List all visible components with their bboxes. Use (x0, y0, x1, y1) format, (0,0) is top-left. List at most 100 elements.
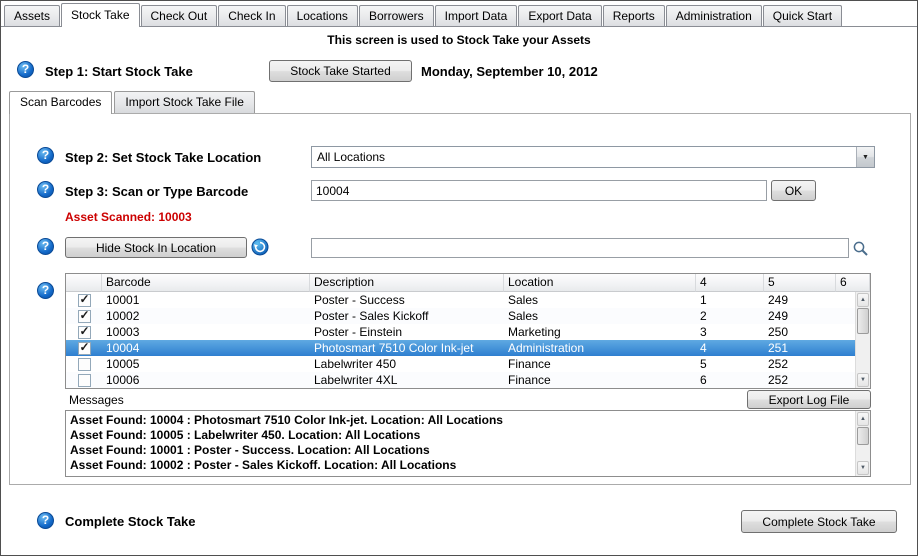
tab-locations[interactable]: Locations (287, 5, 358, 26)
stock-take-window: Assets Stock Take Check Out Check In Loc… (0, 0, 918, 556)
cell-location: Finance (504, 357, 696, 371)
help-icon[interactable] (17, 61, 34, 78)
scroll-thumb[interactable] (857, 427, 869, 445)
tab-check-in[interactable]: Check In (218, 5, 285, 26)
row-checkbox[interactable] (78, 342, 91, 355)
table-row[interactable]: 10005 Labelwriter 450 Finance 5 252 (66, 356, 870, 372)
asset-scanned-status: Asset Scanned: 10003 (65, 210, 192, 224)
message-line: Asset Found: 10004 : Photosmart 7510 Col… (70, 413, 852, 428)
step2-label: Step 2: Set Stock Take Location (65, 150, 261, 165)
cell-col4: 2 (696, 309, 764, 323)
cell-col4: 5 (696, 357, 764, 371)
sub-tabbar: Scan Barcodes Import Stock Take File (9, 91, 257, 113)
barcode-input[interactable] (311, 180, 767, 201)
cell-location: Sales (504, 293, 696, 307)
cell-col5: 252 (764, 357, 836, 371)
row-checkbox[interactable] (78, 310, 91, 323)
search-icon[interactable] (852, 240, 870, 258)
tab-administration[interactable]: Administration (666, 5, 762, 26)
header-description[interactable]: Description (310, 274, 504, 292)
tab-check-out[interactable]: Check Out (141, 5, 218, 26)
help-icon[interactable] (37, 181, 54, 198)
messages-label: Messages (69, 393, 124, 407)
checkbox-cell (66, 294, 102, 307)
ok-button[interactable]: OK (771, 180, 816, 201)
tab-reports[interactable]: Reports (603, 5, 665, 26)
help-icon[interactable] (37, 238, 54, 255)
step1-label: Step 1: Start Stock Take (45, 64, 193, 79)
search-input[interactable] (311, 238, 849, 258)
checkbox-cell (66, 310, 102, 323)
tab-import-data[interactable]: Import Data (435, 5, 518, 26)
cell-col4: 3 (696, 325, 764, 339)
complete-stock-take-label: Complete Stock Take (65, 514, 196, 529)
message-line: Asset Found: 10002 : Poster - Sales Kick… (70, 458, 852, 473)
scroll-down-icon[interactable] (857, 461, 869, 475)
cell-barcode: 10002 (102, 309, 310, 323)
stock-take-started-button[interactable]: Stock Take Started (269, 60, 412, 82)
header-location[interactable]: Location (504, 274, 696, 292)
location-dropdown-value: All Locations (312, 147, 856, 167)
header-col5[interactable]: 5 (764, 274, 836, 292)
export-log-file-button[interactable]: Export Log File (747, 390, 871, 409)
main-tabbar: Assets Stock Take Check Out Check In Loc… (1, 3, 917, 27)
tab-assets[interactable]: Assets (4, 5, 60, 26)
header-col4[interactable]: 4 (696, 274, 764, 292)
scroll-up-icon[interactable] (857, 293, 869, 307)
step3-label: Step 3: Scan or Type Barcode (65, 184, 248, 199)
scroll-track[interactable] (856, 445, 870, 460)
cell-location: Sales (504, 309, 696, 323)
cell-description: Poster - Success (310, 293, 504, 307)
cell-col5: 249 (764, 309, 836, 323)
header-checkbox-column[interactable] (66, 274, 102, 292)
row-checkbox[interactable] (78, 358, 91, 371)
cell-barcode: 10004 (102, 341, 310, 355)
table-row[interactable]: 10003 Poster - Einstein Marketing 3 250 (66, 324, 870, 340)
row-checkbox[interactable] (78, 374, 91, 387)
cell-col5: 250 (764, 325, 836, 339)
location-dropdown[interactable]: All Locations (311, 146, 875, 168)
table-row[interactable]: 10006 Labelwriter 4XL Finance 6 252 (66, 372, 870, 388)
cell-description: Labelwriter 4XL (310, 373, 504, 387)
cell-location: Marketing (504, 325, 696, 339)
asset-table-header: Barcode Description Location 4 5 6 (66, 274, 870, 292)
cell-description: Labelwriter 450 (310, 357, 504, 371)
cell-description: Poster - Sales Kickoff (310, 309, 504, 323)
asset-table: Barcode Description Location 4 5 6 10001… (65, 273, 871, 389)
stock-take-date: Monday, September 10, 2012 (421, 64, 598, 79)
chevron-down-icon[interactable] (856, 147, 874, 167)
tab-borrowers[interactable]: Borrowers (359, 5, 434, 26)
header-col6[interactable]: 6 (836, 274, 870, 292)
help-icon[interactable] (37, 282, 54, 299)
cell-barcode: 10006 (102, 373, 310, 387)
messages-listbox: Asset Found: 10004 : Photosmart 7510 Col… (65, 410, 871, 477)
checkbox-cell (66, 358, 102, 371)
hide-stock-in-location-button[interactable]: Hide Stock In Location (65, 237, 247, 258)
tab-stock-take[interactable]: Stock Take (61, 3, 139, 27)
cell-location: Finance (504, 373, 696, 387)
cell-location: Administration (504, 341, 696, 355)
header-barcode[interactable]: Barcode (102, 274, 310, 292)
tab-export-data[interactable]: Export Data (518, 5, 601, 26)
scroll-down-icon[interactable] (857, 373, 869, 387)
scroll-up-icon[interactable] (857, 412, 869, 426)
refresh-icon[interactable] (251, 238, 269, 256)
tab-quick-start[interactable]: Quick Start (763, 5, 842, 26)
subtab-scan-barcodes[interactable]: Scan Barcodes (9, 91, 112, 114)
row-checkbox[interactable] (78, 294, 91, 307)
row-checkbox[interactable] (78, 326, 91, 339)
cell-col5: 251 (764, 341, 836, 355)
scroll-track[interactable] (856, 334, 870, 372)
help-icon[interactable] (37, 512, 54, 529)
cell-barcode: 10003 (102, 325, 310, 339)
table-row[interactable]: 10004 Photosmart 7510 Color Ink-jet Admi… (66, 340, 870, 356)
table-row[interactable]: 10002 Poster - Sales Kickoff Sales 2 249 (66, 308, 870, 324)
messages-scrollbar[interactable] (855, 411, 870, 476)
help-icon[interactable] (37, 147, 54, 164)
subtab-import-stock-take-file[interactable]: Import Stock Take File (114, 91, 255, 113)
scroll-thumb[interactable] (857, 308, 869, 334)
screen-description: This screen is used to Stock Take your A… (1, 33, 917, 47)
table-row[interactable]: 10001 Poster - Success Sales 1 249 (66, 292, 870, 308)
table-scrollbar[interactable] (855, 292, 870, 388)
complete-stock-take-button[interactable]: Complete Stock Take (741, 510, 897, 533)
